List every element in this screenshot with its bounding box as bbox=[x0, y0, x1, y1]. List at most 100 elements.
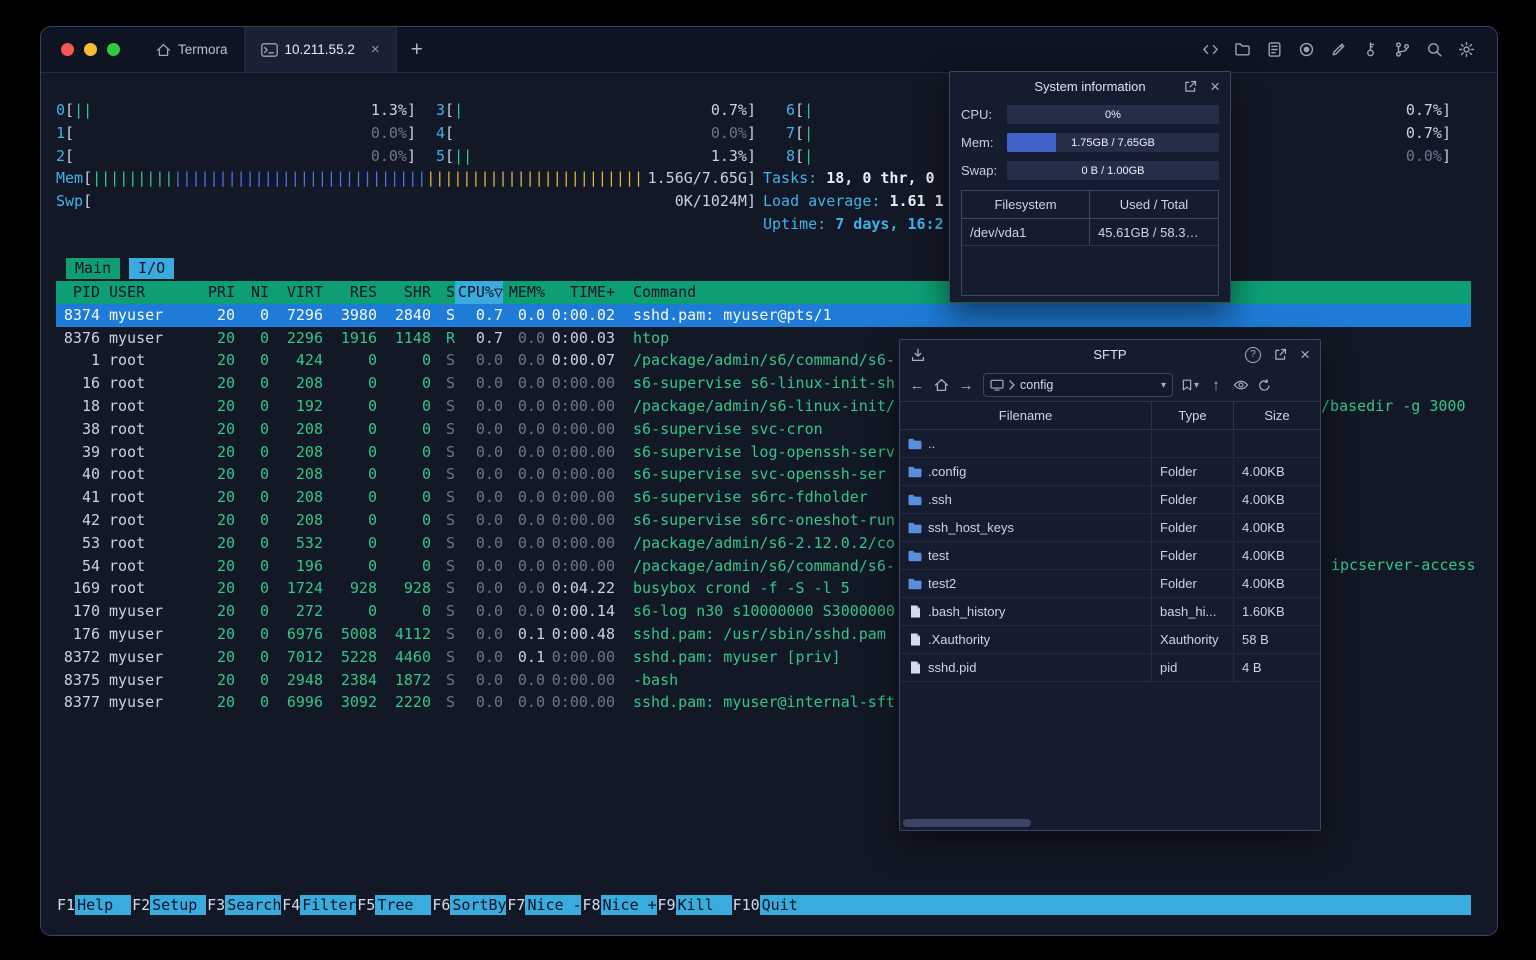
filesystem-row[interactable]: /dev/vda1 45.61GB / 58.3… bbox=[962, 219, 1218, 246]
minimize-window-button[interactable] bbox=[84, 43, 97, 56]
process-cell: 53 bbox=[81, 533, 100, 552]
column-header-shr[interactable]: SHR bbox=[377, 281, 431, 304]
fkey-bar-fill bbox=[815, 895, 1471, 915]
column-header-pid[interactable]: PID bbox=[56, 281, 100, 304]
tab-ssh-session[interactable]: 10.211.55.2 × bbox=[243, 27, 397, 72]
close-panel-icon[interactable]: × bbox=[1300, 346, 1310, 363]
cpu-meter-label: 8 bbox=[786, 146, 796, 165]
refresh-icon[interactable] bbox=[1258, 378, 1271, 392]
htop-tab-main[interactable]: Main bbox=[66, 258, 121, 279]
folder-icon[interactable] bbox=[1234, 41, 1251, 58]
sftp-row-[interactable]: .. bbox=[900, 430, 1320, 458]
memory-meter-label: Mem bbox=[56, 169, 84, 188]
htop-tab-i-o[interactable]: I/O bbox=[129, 258, 175, 279]
file-type: bash_hi... bbox=[1152, 598, 1234, 625]
fkey-search[interactable]: Search bbox=[225, 895, 282, 915]
column-header-s[interactable]: S bbox=[431, 281, 455, 304]
process-cell: R bbox=[445, 328, 455, 347]
sftp-row-test[interactable]: test Folder 4.00KB bbox=[900, 542, 1320, 570]
swap-meter-bars bbox=[92, 190, 675, 213]
process-cell: myuser bbox=[109, 670, 164, 689]
type-column-header[interactable]: Type bbox=[1152, 402, 1234, 429]
fkey-sortby[interactable]: SortBy bbox=[450, 895, 507, 915]
process-cell: 0 bbox=[421, 602, 431, 621]
forward-icon[interactable]: → bbox=[958, 377, 974, 394]
cpu-meter-label: 0 bbox=[56, 101, 66, 119]
home-icon[interactable] bbox=[934, 378, 949, 392]
process-row-8374[interactable]: 8374 myuser 20 0 7296 3980 2840 S 0.7 0.0 0:00.02 s… bbox=[56, 303, 1471, 327]
column-header-mem[interactable]: MEM% bbox=[503, 281, 545, 304]
column-header-user[interactable]: USER bbox=[100, 281, 199, 304]
zoom-window-button[interactable] bbox=[107, 43, 120, 56]
column-header-ni[interactable]: NI bbox=[235, 281, 269, 304]
folder-icon bbox=[908, 522, 922, 534]
filename: .Xauthority bbox=[928, 632, 991, 647]
sftp-row-ssh-host-keys[interactable]: ssh_host_keys Folder 4.00KB bbox=[900, 514, 1320, 542]
open-in-window-icon[interactable] bbox=[1274, 348, 1287, 361]
fkey-tree[interactable]: Tree bbox=[375, 895, 432, 915]
sftp-row-test2[interactable]: test2 Folder 4.00KB bbox=[900, 570, 1320, 598]
process-cell: 3980 bbox=[340, 305, 377, 324]
process-cell: 0 bbox=[367, 602, 377, 621]
column-header-cpu[interactable]: CPU%▽ bbox=[455, 281, 503, 304]
search-icon[interactable] bbox=[1426, 41, 1443, 58]
process-cell: 20 bbox=[216, 374, 235, 393]
cpu-meter-bars: || bbox=[74, 101, 93, 119]
fkey-nice[interactable]: Nice + bbox=[600, 895, 657, 915]
back-icon[interactable]: ← bbox=[909, 377, 925, 394]
help-icon[interactable]: ? bbox=[1245, 346, 1262, 363]
record-icon[interactable] bbox=[1298, 41, 1315, 58]
process-cell: 0.0 bbox=[517, 419, 545, 438]
column-header-res[interactable]: RES bbox=[323, 281, 377, 304]
process-cell: 0.0 bbox=[517, 305, 545, 324]
fkey-help[interactable]: Help bbox=[75, 895, 132, 915]
key-icon[interactable] bbox=[1362, 41, 1379, 58]
process-cell: 0:00.00 bbox=[551, 556, 615, 575]
column-header-time[interactable]: TIME+ bbox=[545, 281, 615, 304]
sftp-row-ssh[interactable]: .ssh Folder 4.00KB bbox=[900, 486, 1320, 514]
git-branch-icon[interactable] bbox=[1394, 41, 1411, 58]
process-cell: 0 bbox=[259, 465, 269, 484]
fkey-quit[interactable]: Quit bbox=[759, 895, 816, 915]
transfers-icon[interactable] bbox=[911, 348, 925, 362]
open-in-window-icon[interactable] bbox=[1184, 80, 1197, 93]
load-label: Load average: bbox=[763, 192, 881, 210]
edit-icon[interactable] bbox=[1330, 41, 1347, 58]
cpu-meter-value: 1.3% bbox=[370, 101, 407, 119]
path-breadcrumb[interactable]: config ▾ bbox=[983, 373, 1173, 397]
close-panel-icon[interactable]: × bbox=[1210, 78, 1220, 95]
function-key-bar: F1 Help F2 Setup F3 Search F4 Filter F5 Tree F6 Sor… bbox=[56, 895, 1471, 915]
new-tab-button[interactable]: + bbox=[397, 38, 437, 62]
sftp-row-config[interactable]: .config Folder 4.00KB bbox=[900, 458, 1320, 486]
sftp-row-sshd-pid[interactable]: sshd.pid pid 4 B bbox=[900, 654, 1320, 682]
process-cell: S bbox=[445, 396, 455, 415]
size-column-header[interactable]: Size bbox=[1234, 402, 1320, 429]
settings-icon[interactable] bbox=[1458, 41, 1475, 58]
tab-termora-home[interactable]: Termora bbox=[140, 27, 244, 72]
log-icon[interactable] bbox=[1266, 41, 1283, 58]
column-header-pri[interactable]: PRI bbox=[199, 281, 235, 304]
preview-eye-icon[interactable] bbox=[1233, 380, 1249, 390]
process-cell: 18 bbox=[81, 396, 100, 415]
fkey-number: F5 bbox=[357, 896, 376, 914]
column-header-virt[interactable]: VIRT bbox=[269, 281, 323, 304]
bookmarks-button[interactable]: ▾ bbox=[1182, 379, 1199, 391]
process-cell: 0:00.00 bbox=[551, 670, 615, 689]
parent-directory-icon[interactable]: ↑ bbox=[1208, 377, 1224, 394]
scrollbar-thumb[interactable] bbox=[903, 819, 1031, 827]
close-tab-icon[interactable]: × bbox=[371, 41, 380, 58]
process-cell: 0 bbox=[367, 488, 377, 507]
fkey-kill[interactable]: Kill bbox=[675, 895, 732, 915]
cpu-label: CPU: bbox=[961, 107, 993, 122]
sftp-row-xauthority[interactable]: .Xauthority Xauthority 58 B bbox=[900, 626, 1320, 654]
process-cell: 0.0 bbox=[475, 693, 503, 712]
horizontal-scrollbar[interactable] bbox=[903, 819, 1317, 827]
fkey-nice[interactable]: Nice - bbox=[525, 895, 582, 915]
fkey-filter[interactable]: Filter bbox=[300, 895, 357, 915]
filename-column-header[interactable]: Filename bbox=[900, 402, 1152, 429]
close-window-button[interactable] bbox=[61, 43, 74, 56]
fkey-setup[interactable]: Setup bbox=[150, 895, 207, 915]
sftp-row-bash-history[interactable]: .bash_history bash_hi... 1.60KB bbox=[900, 598, 1320, 626]
code-icon[interactable] bbox=[1202, 41, 1219, 58]
process-cell: 928 bbox=[349, 579, 377, 598]
